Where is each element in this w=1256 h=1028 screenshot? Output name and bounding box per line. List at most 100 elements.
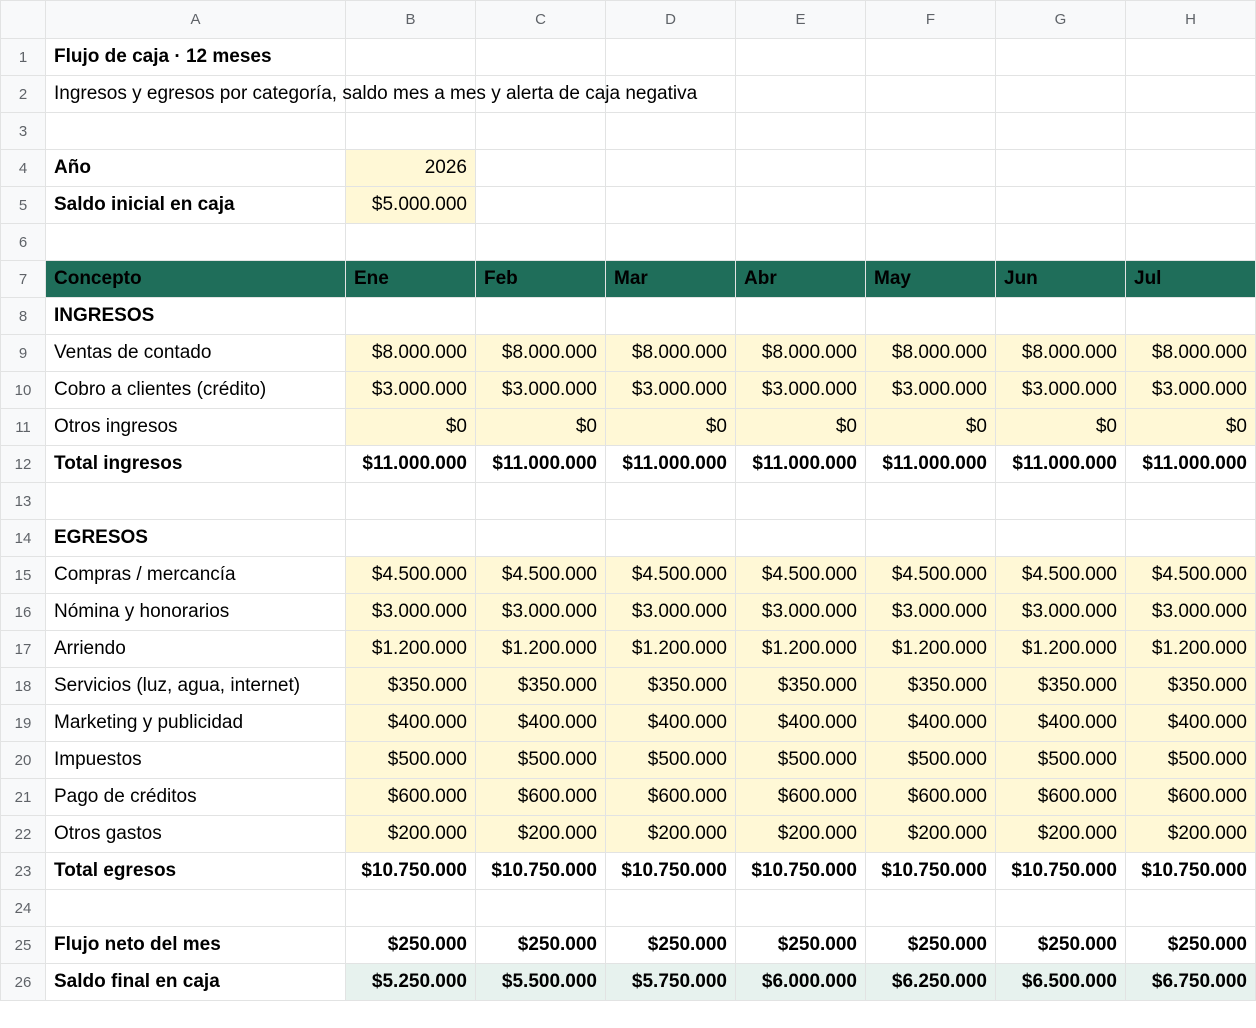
expense-value-cell[interactable]: $350.000 (1125, 667, 1256, 705)
expense-value-cell[interactable]: $350.000 (735, 667, 866, 705)
income-value-cell[interactable]: $3.000.000 (1125, 371, 1256, 409)
expense-value-cell[interactable]: $3.000.000 (735, 593, 866, 631)
row-header-26[interactable]: 26 (0, 963, 46, 1001)
empty-cell[interactable] (475, 186, 606, 224)
income-row-label[interactable]: Otros ingresos (45, 408, 346, 446)
expense-value-cell[interactable]: $4.500.000 (735, 556, 866, 594)
row-header-7[interactable]: 7 (0, 260, 46, 298)
empty-cell[interactable] (1125, 519, 1256, 557)
column-header-g[interactable]: G (995, 0, 1126, 39)
expense-value-cell[interactable]: $1.200.000 (735, 630, 866, 668)
total-expenses-cell[interactable]: $10.750.000 (1125, 852, 1256, 890)
expense-value-cell[interactable]: $350.000 (345, 667, 476, 705)
closing-balance-cell[interactable]: $6.750.000 (1125, 963, 1256, 1001)
expense-value-cell[interactable]: $500.000 (475, 741, 606, 779)
expense-value-cell[interactable]: $3.000.000 (345, 593, 476, 631)
row-header-1[interactable]: 1 (0, 38, 46, 76)
empty-cell[interactable] (995, 297, 1126, 335)
row-header-22[interactable]: 22 (0, 815, 46, 853)
total-income-cell[interactable]: $11.000.000 (1125, 445, 1256, 483)
empty-cell[interactable] (345, 519, 476, 557)
empty-cell[interactable] (605, 38, 736, 76)
empty-cell[interactable] (735, 149, 866, 187)
empty-cell[interactable] (735, 223, 866, 261)
expense-value-cell[interactable]: $4.500.000 (865, 556, 996, 594)
header-month[interactable]: May (865, 260, 996, 298)
row-header-2[interactable]: 2 (0, 75, 46, 113)
expense-value-cell[interactable]: $400.000 (995, 704, 1126, 742)
empty-cell[interactable] (865, 149, 996, 187)
empty-cell[interactable] (605, 186, 736, 224)
empty-cell[interactable] (1125, 297, 1256, 335)
expense-value-cell[interactable]: $200.000 (865, 815, 996, 853)
header-month[interactable]: Jul (1125, 260, 1256, 298)
income-value-cell[interactable]: $0 (995, 408, 1126, 446)
sheet-title[interactable]: Flujo de caja · 12 meses (45, 38, 346, 76)
expense-value-cell[interactable]: $4.500.000 (605, 556, 736, 594)
header-concept[interactable]: Concepto (45, 260, 346, 298)
empty-cell[interactable] (995, 75, 1126, 113)
empty-cell[interactable] (735, 186, 866, 224)
expense-value-cell[interactable]: $350.000 (995, 667, 1126, 705)
income-value-cell[interactable]: $0 (735, 408, 866, 446)
empty-cell[interactable] (475, 38, 606, 76)
empty-cell[interactable] (865, 186, 996, 224)
expense-value-cell[interactable]: $4.500.000 (1125, 556, 1256, 594)
header-month[interactable]: Jun (995, 260, 1126, 298)
empty-cell[interactable] (995, 149, 1126, 187)
row-header-3[interactable]: 3 (0, 112, 46, 150)
closing-balance-cell[interactable]: $5.250.000 (345, 963, 476, 1001)
empty-cell[interactable] (865, 38, 996, 76)
expense-value-cell[interactable]: $600.000 (735, 778, 866, 816)
empty-cell[interactable] (605, 297, 736, 335)
net-flow-label[interactable]: Flujo neto del mes (45, 926, 346, 964)
empty-cell[interactable] (45, 482, 346, 520)
expense-value-cell[interactable]: $500.000 (995, 741, 1126, 779)
expense-row-label[interactable]: Compras / mercancía (45, 556, 346, 594)
empty-cell[interactable] (345, 38, 476, 76)
expense-value-cell[interactable]: $400.000 (1125, 704, 1256, 742)
row-header-17[interactable]: 17 (0, 630, 46, 668)
select-all-corner[interactable] (0, 0, 46, 39)
empty-cell[interactable] (45, 112, 346, 150)
empty-cell[interactable] (995, 38, 1126, 76)
column-header-b[interactable]: B (345, 0, 476, 39)
expense-value-cell[interactable]: $400.000 (345, 704, 476, 742)
row-header-19[interactable]: 19 (0, 704, 46, 742)
income-value-cell[interactable]: $3.000.000 (735, 371, 866, 409)
empty-cell[interactable] (995, 482, 1126, 520)
empty-cell[interactable] (995, 889, 1126, 927)
income-value-cell[interactable]: $8.000.000 (995, 334, 1126, 372)
row-header-20[interactable]: 20 (0, 741, 46, 779)
header-month[interactable]: Feb (475, 260, 606, 298)
total-expenses-cell[interactable]: $10.750.000 (475, 852, 606, 890)
empty-cell[interactable] (735, 889, 866, 927)
income-value-cell[interactable]: $8.000.000 (345, 334, 476, 372)
expense-value-cell[interactable]: $200.000 (345, 815, 476, 853)
empty-cell[interactable] (345, 889, 476, 927)
total-expenses-cell[interactable]: $10.750.000 (605, 852, 736, 890)
empty-cell[interactable] (865, 297, 996, 335)
closing-balance-cell[interactable]: $6.250.000 (865, 963, 996, 1001)
empty-cell[interactable] (1125, 186, 1256, 224)
closing-balance-cell[interactable]: $6.000.000 (735, 963, 866, 1001)
expense-value-cell[interactable]: $3.000.000 (605, 593, 736, 631)
expense-value-cell[interactable]: $200.000 (605, 815, 736, 853)
empty-cell[interactable] (475, 519, 606, 557)
expense-row-label[interactable]: Nómina y honorarios (45, 593, 346, 631)
expense-value-cell[interactable]: $3.000.000 (995, 593, 1126, 631)
net-flow-cell[interactable]: $250.000 (735, 926, 866, 964)
row-header-14[interactable]: 14 (0, 519, 46, 557)
closing-balance-label[interactable]: Saldo final en caja (45, 963, 346, 1001)
expense-value-cell[interactable]: $400.000 (865, 704, 996, 742)
net-flow-cell[interactable]: $250.000 (1125, 926, 1256, 964)
income-value-cell[interactable]: $3.000.000 (345, 371, 476, 409)
column-header-e[interactable]: E (735, 0, 866, 39)
empty-cell[interactable] (605, 519, 736, 557)
empty-cell[interactable] (475, 297, 606, 335)
income-value-cell[interactable]: $8.000.000 (865, 334, 996, 372)
row-header-24[interactable]: 24 (0, 889, 46, 927)
total-income-label[interactable]: Total ingresos (45, 445, 346, 483)
empty-cell[interactable] (735, 112, 866, 150)
expense-value-cell[interactable]: $500.000 (1125, 741, 1256, 779)
